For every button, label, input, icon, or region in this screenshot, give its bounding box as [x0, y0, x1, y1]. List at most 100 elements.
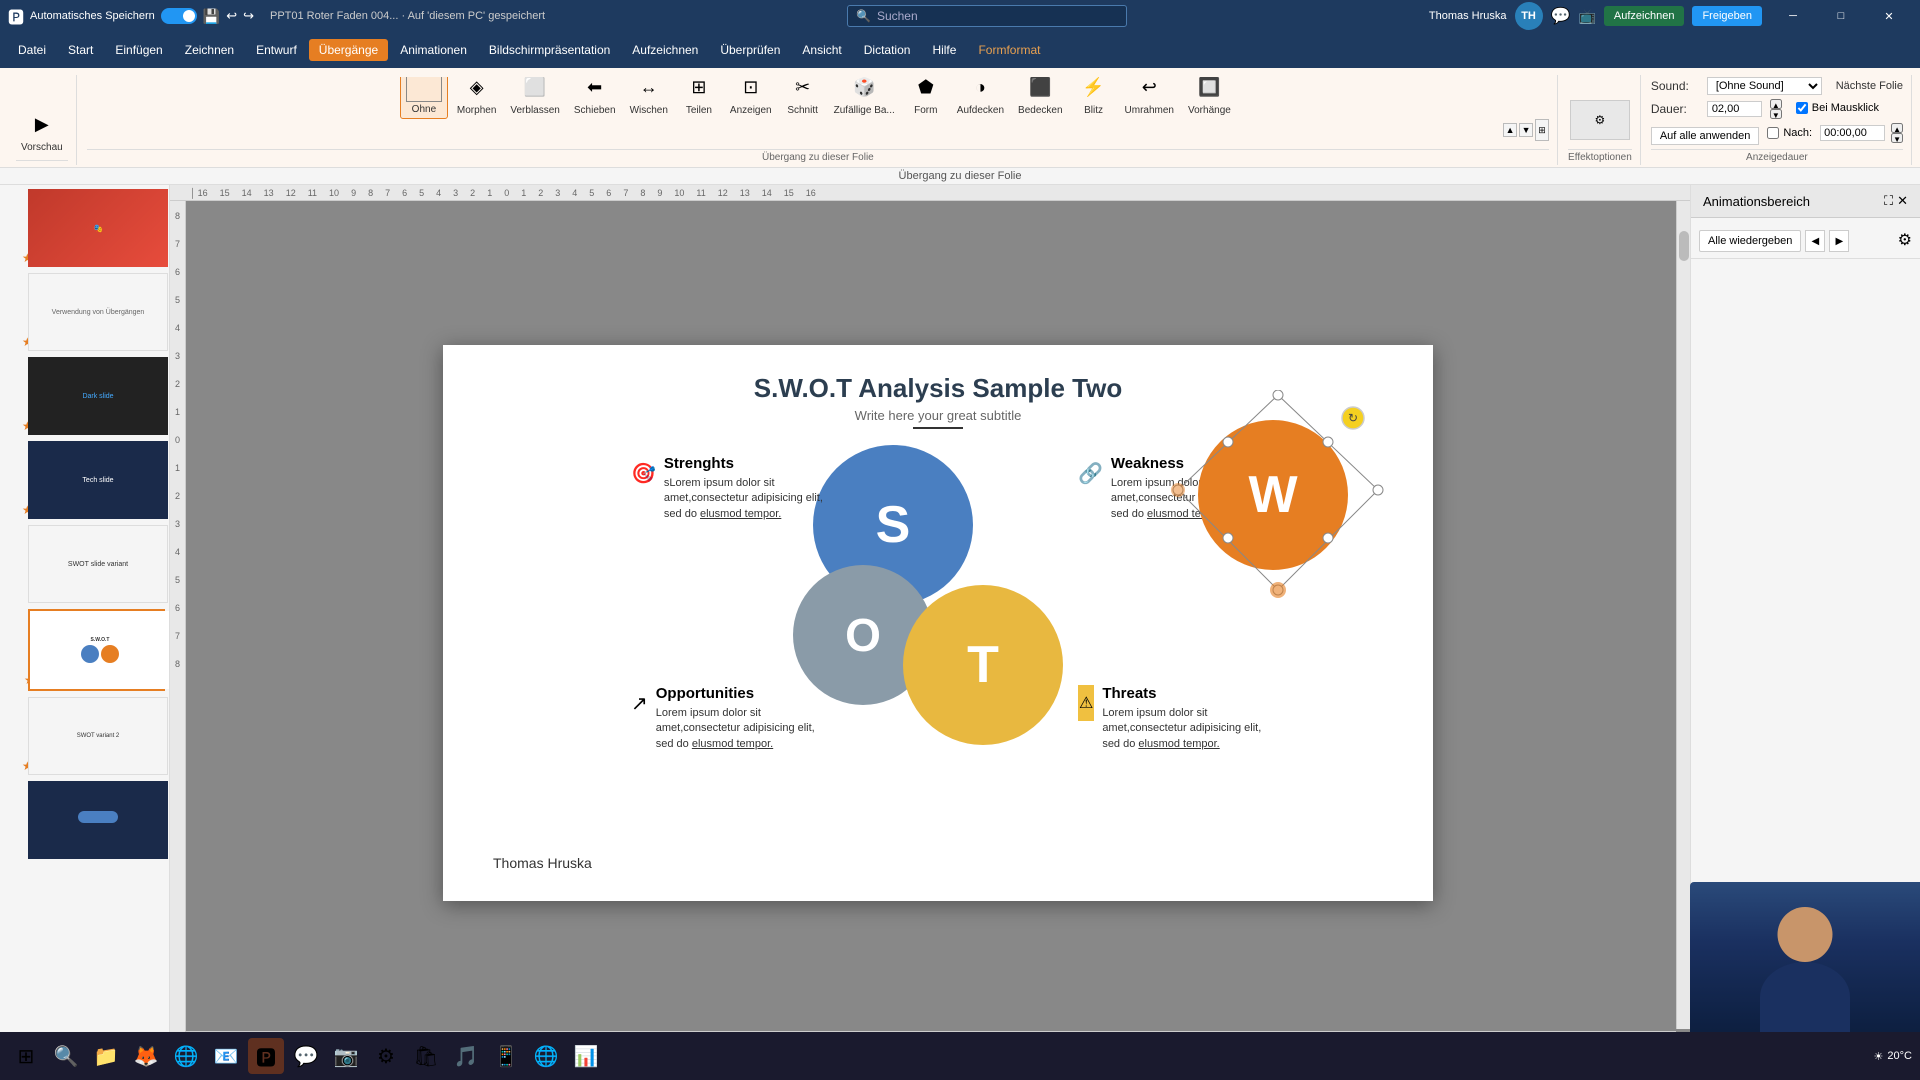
- strengths-link[interactable]: elusmod tempor.: [700, 508, 781, 520]
- menu-zeichnen[interactable]: Zeichnen: [175, 39, 244, 61]
- scrollbar-vertical[interactable]: [1676, 201, 1690, 1029]
- maximize-button[interactable]: □: [1818, 0, 1864, 32]
- animation-next-btn[interactable]: ▶: [1829, 230, 1849, 252]
- taskbar-powerpoint-icon[interactable]: 🅿: [248, 1038, 284, 1074]
- menu-animationen[interactable]: Animationen: [390, 39, 477, 61]
- taskbar-settings-icon[interactable]: ⚙: [368, 1038, 404, 1074]
- menu-uebergaenge[interactable]: Übergänge: [309, 39, 388, 61]
- ribbon-scroll-down[interactable]: ▼: [1519, 123, 1533, 137]
- taskbar-camera-icon[interactable]: 📷: [328, 1038, 364, 1074]
- slide-thumb-27[interactable]: 27: [28, 781, 165, 859]
- slide-title-underline: [913, 427, 963, 429]
- share-button[interactable]: Freigeben: [1692, 6, 1762, 26]
- minimize-button[interactable]: ─: [1770, 0, 1816, 32]
- apply-all-button[interactable]: Auf alle anwenden: [1651, 127, 1760, 145]
- taskbar-teams-icon[interactable]: 💬: [288, 1038, 324, 1074]
- ribbon-btn-form[interactable]: ⬟ Form: [904, 77, 948, 119]
- taskbar-search-icon[interactable]: 🔍: [48, 1038, 84, 1074]
- effects-options-btn[interactable]: ⚙: [1570, 100, 1630, 140]
- close-animation-panel-icon[interactable]: ✕: [1897, 193, 1908, 209]
- slide-canvas[interactable]: S.W.O.T Analysis Sample Two Write here y…: [443, 345, 1433, 901]
- slide-thumb-23[interactable]: 23 ★ Tech slide: [28, 441, 165, 519]
- ribbon-btn-vorhaenge[interactable]: 🔲 Vorhänge: [1183, 77, 1236, 119]
- menu-datei[interactable]: Datei: [8, 39, 56, 61]
- taskbar-explorer-icon[interactable]: 📁: [88, 1038, 124, 1074]
- menu-dictation[interactable]: Dictation: [854, 39, 921, 61]
- menu-start[interactable]: Start: [58, 39, 103, 61]
- slide-thumb-26[interactable]: 26 ★ SWOT variant 2: [28, 697, 165, 775]
- ribbon-btn-schieben[interactable]: ⬅ Schieben: [569, 77, 621, 119]
- taskbar-firefox-icon[interactable]: 🦊: [128, 1038, 164, 1074]
- ribbon-btn-bedecken[interactable]: ⬛ Bedecken: [1013, 77, 1067, 119]
- ribbon-btn-teilen[interactable]: ⊞ Teilen: [677, 77, 721, 119]
- menu-bildschirm[interactable]: Bildschirmpräsentation: [479, 39, 620, 61]
- after-down[interactable]: ▼: [1891, 133, 1903, 143]
- duration-row: Dauer: ▲ ▼ Bei Mausklick: [1651, 99, 1903, 119]
- taskbar-spotify-icon[interactable]: 🎵: [448, 1038, 484, 1074]
- title-bar-left: 🅿 Automatisches Speichern 💾 ↩ ↪ PPT01 Ro…: [8, 4, 545, 28]
- save-icon[interactable]: 💾: [203, 8, 220, 25]
- after-checkbox[interactable]: [1767, 127, 1779, 139]
- after-up[interactable]: ▲: [1891, 123, 1903, 133]
- search-bar[interactable]: 🔍 Suchen: [847, 5, 1127, 27]
- slide-thumb-21[interactable]: 21 ★ Verwendung von Übergängen: [28, 273, 165, 351]
- strengths-title: Strenghts: [664, 455, 831, 472]
- undo-icon[interactable]: ↩: [226, 8, 237, 24]
- ribbon-group-timing-label: Anzeigedauer: [1651, 149, 1903, 163]
- menu-formformat[interactable]: Formformat: [968, 39, 1050, 61]
- ruler-horizontal: │ 16 15 14 13 12 11 10 9 8 7 6 5 4 3 2 1…: [170, 185, 1690, 201]
- menu-hilfe[interactable]: Hilfe: [922, 39, 966, 61]
- ribbon-btn-preview[interactable]: ▶ Vorschau: [16, 105, 68, 156]
- ribbon-group-preview: ▶ Vorschau: [8, 75, 77, 165]
- taskbar-chrome-icon[interactable]: 🌐: [168, 1038, 204, 1074]
- circle-t[interactable]: T: [903, 585, 1063, 745]
- ribbon-btn-blitz[interactable]: ⚡ Blitz: [1072, 77, 1116, 119]
- play-all-button[interactable]: Alle wiedergeben: [1699, 230, 1801, 252]
- menu-ueberpruefen[interactable]: Überprüfen: [710, 39, 790, 61]
- slide-thumb-25[interactable]: 25 ★ S.W.O.T: [28, 609, 165, 691]
- menu-aufzeichnen[interactable]: Aufzeichnen: [622, 39, 708, 61]
- ribbon-btn-ohne[interactable]: Ohne: [400, 77, 448, 119]
- taskbar-outlook-icon[interactable]: 📧: [208, 1038, 244, 1074]
- ribbon-expand[interactable]: ⊞: [1535, 119, 1549, 141]
- sound-select[interactable]: [Ohne Sound]: [1707, 77, 1822, 95]
- close-button[interactable]: ✕: [1866, 0, 1912, 32]
- ribbon-btn-verblassen[interactable]: ⬜ Verblassen: [505, 77, 564, 119]
- menu-ansicht[interactable]: Ansicht: [792, 39, 851, 61]
- ribbon-btn-schnitt[interactable]: ✂ Schnitt: [781, 77, 825, 119]
- duration-input[interactable]: [1707, 101, 1762, 117]
- slide-thumb-22[interactable]: 22 ★ Dark slide: [28, 357, 165, 435]
- record-button[interactable]: Aufzeichnen: [1604, 6, 1685, 26]
- taskbar-store-icon[interactable]: 🛍: [408, 1038, 444, 1074]
- ribbon-btn-morphen[interactable]: ◈ Morphen: [452, 77, 501, 119]
- expand-icon[interactable]: ⛶: [1884, 193, 1893, 209]
- circle-w-container[interactable]: ↻ W: [1188, 400, 1388, 600]
- ribbon-btn-wischen[interactable]: ↔ Wischen: [625, 77, 673, 119]
- slide-thumb-20[interactable]: 20 ★ 🎭: [28, 189, 165, 267]
- menu-entwurf[interactable]: Entwurf: [246, 39, 307, 61]
- duration-up[interactable]: ▲: [1770, 99, 1782, 109]
- present-icon[interactable]: 📺: [1578, 8, 1595, 25]
- taskbar-excel-icon[interactable]: 📊: [568, 1038, 604, 1074]
- webcam-preview: [1690, 882, 1920, 1032]
- threats-link[interactable]: elusmod tempor.: [1138, 738, 1219, 750]
- redo-icon[interactable]: ↪: [243, 8, 254, 24]
- ribbon-btn-aufdecken[interactable]: ◑ Aufdecken: [952, 77, 1009, 119]
- taskbar-start-button[interactable]: ⊞: [8, 1038, 44, 1074]
- taskbar-phone-icon[interactable]: 📱: [488, 1038, 524, 1074]
- animation-prev-btn[interactable]: ◀: [1805, 230, 1825, 252]
- autosave-toggle[interactable]: [161, 8, 197, 24]
- on-click-checkbox[interactable]: [1796, 102, 1808, 114]
- ribbon-scroll-up[interactable]: ▲: [1503, 123, 1517, 137]
- opportunities-link[interactable]: elusmod tempor.: [692, 738, 773, 750]
- animation-settings-icon[interactable]: ⚙: [1898, 230, 1912, 252]
- duration-down[interactable]: ▼: [1770, 109, 1782, 119]
- slide-thumb-24[interactable]: 24 SWOT slide variant: [28, 525, 165, 603]
- after-input[interactable]: [1820, 125, 1885, 141]
- menu-einfuegen[interactable]: Einfügen: [105, 39, 172, 61]
- ribbon-btn-anzeigen[interactable]: ⊡ Anzeigen: [725, 77, 777, 119]
- chat-icon[interactable]: 💬: [1551, 6, 1571, 26]
- ribbon-btn-umrahmen[interactable]: ↩ Umrahmen: [1120, 77, 1179, 119]
- ribbon-btn-zufaellige[interactable]: 🎲 Zufällige Ba...: [829, 77, 900, 119]
- taskbar-browser2-icon[interactable]: 🌐: [528, 1038, 564, 1074]
